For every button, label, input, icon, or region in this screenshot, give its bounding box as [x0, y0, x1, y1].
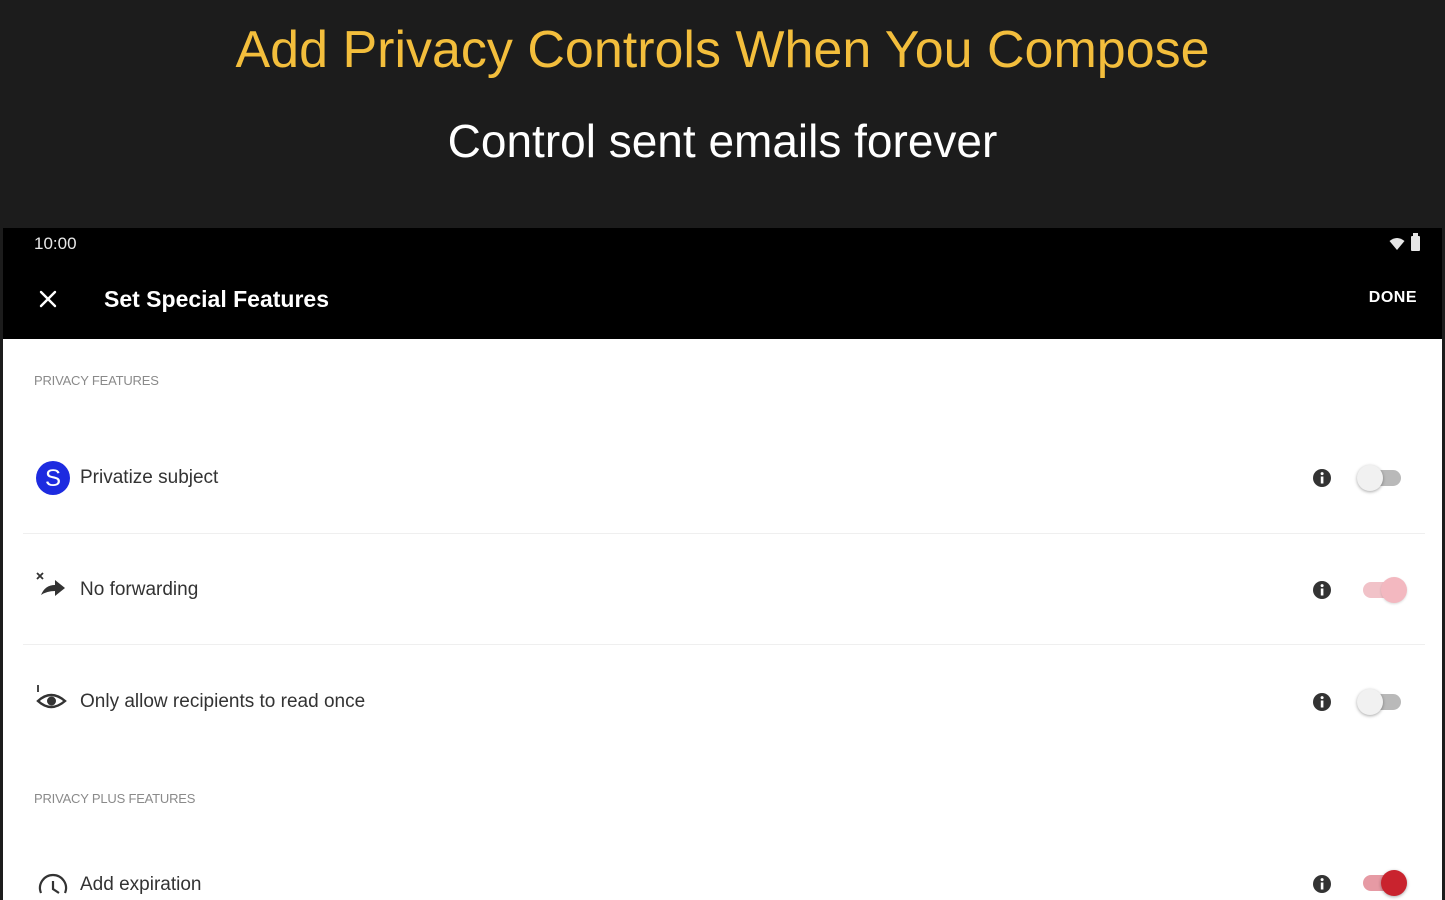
app-bar: Set Special Features DONE	[3, 262, 1442, 339]
read-once-toggle[interactable]	[1357, 687, 1409, 717]
section-header-privacy-plus-features: PRIVACY PLUS FEATURES	[34, 791, 196, 806]
feature-row-no-forwarding: No forwarding	[23, 534, 1425, 645]
add-expiration-toggle[interactable]	[1357, 868, 1409, 898]
status-time: 10:00	[34, 234, 77, 253]
promo-subtitle: Control sent emails forever	[447, 115, 998, 167]
feature-row-read-once: Only allow recipients to read once	[23, 646, 1425, 756]
status-bar: 10:00	[3, 228, 1442, 262]
info-icon[interactable]	[1312, 874, 1332, 894]
privatize-subject-toggle[interactable]	[1357, 463, 1409, 493]
battery-icon	[1411, 233, 1420, 251]
privatize-subject-icon: S	[36, 461, 70, 495]
info-icon[interactable]	[1312, 580, 1332, 600]
feature-label: Add expiration	[80, 874, 202, 895]
status-icons	[1389, 233, 1420, 251]
svg-text:S: S	[45, 465, 61, 492]
no-forwarding-toggle[interactable]	[1357, 575, 1409, 605]
close-icon[interactable]	[36, 287, 60, 311]
read-once-icon	[36, 685, 67, 709]
wifi-icon	[1389, 237, 1405, 250]
info-icon[interactable]	[1312, 692, 1332, 712]
device-screen: 10:00 Set Special Features DONE PRIVACY …	[3, 228, 1442, 900]
feature-row-add-expiration: Add expiration	[23, 832, 1425, 900]
feature-row-privatize-subject: S Privatize subject	[23, 423, 1425, 534]
page-title: Set Special Features	[104, 286, 329, 312]
info-icon[interactable]	[1312, 468, 1332, 488]
promo-title: Add Privacy Controls When You Compose	[235, 21, 1210, 79]
section-header-privacy-features: PRIVACY FEATURES	[34, 373, 159, 388]
done-button[interactable]: DONE	[1369, 289, 1417, 307]
feature-label: Only allow recipients to read once	[80, 691, 366, 712]
feature-label: Privatize subject	[80, 467, 219, 488]
expiration-icon	[38, 873, 68, 894]
no-forwarding-icon	[36, 572, 65, 596]
feature-label: No forwarding	[80, 579, 199, 600]
